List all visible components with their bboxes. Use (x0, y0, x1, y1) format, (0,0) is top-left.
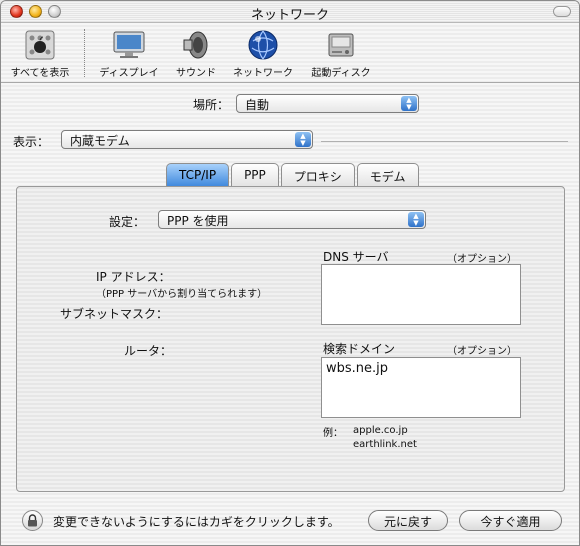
toolbar: すべてを表示 ディスプレイ サウンド ネットワーク 起動ディスク (1, 23, 579, 83)
router-label: ルータ： (124, 344, 173, 358)
ip-address-note: （PPP サーバから割り当てられます） (96, 289, 268, 300)
toolbar-item-label: 起動ディスク (311, 68, 371, 79)
network-icon (246, 29, 280, 61)
popup-arrows-icon: ▲ ▼ (408, 212, 424, 227)
dns-optional-label: （オプション） (447, 254, 517, 265)
tab-proxies[interactable]: プロキシ (280, 163, 355, 187)
search-domains-field[interactable]: wbs.ne.jp (321, 357, 521, 418)
toolbar-item-display[interactable]: ディスプレイ (94, 29, 164, 79)
lock-button[interactable] (22, 510, 43, 531)
tcpip-panel (16, 186, 565, 492)
lock-message: 変更できないようにするにはカギをクリックします。 (53, 515, 340, 529)
show-all-icon (23, 29, 57, 61)
popup-arrows-icon: ▲ ▼ (295, 132, 311, 147)
window-title: ネットワーク (250, 8, 329, 23)
subnet-mask-label: サブネットマスク： (60, 307, 169, 321)
location-label: 場所： (193, 98, 230, 112)
toolbar-item-label: ネットワーク (233, 68, 293, 79)
toolbar-item-network[interactable]: ネットワーク (227, 29, 299, 79)
show-popup[interactable]: 内蔵モデム ▲ ▼ (61, 130, 313, 149)
search-domains-label: 検索ドメイン (323, 342, 396, 356)
toolbar-item-label: ディスプレイ (99, 68, 159, 79)
location-popup[interactable]: 自動 ▲ ▼ (236, 94, 419, 113)
apply-now-button[interactable]: 今すぐ適用 (459, 510, 562, 531)
location-value: 自動 (245, 98, 270, 112)
tab-ppp[interactable]: PPP (231, 163, 279, 187)
sound-icon (179, 29, 213, 61)
toolbar-item-label: すべてを表示 (10, 68, 70, 79)
show-value: 内蔵モデム (70, 134, 130, 148)
dns-servers-label: DNS サーバ (323, 250, 389, 264)
tab-bar: TCP/IP PPP プロキシ モデム (166, 163, 421, 187)
revert-button[interactable]: 元に戻す (368, 510, 448, 531)
configure-label: 設定： (109, 215, 146, 229)
divider (321, 141, 568, 142)
network-preferences-window: ネットワーク すべてを表示 ディスプレイ サウンド ネットワーク 起動ディスク … (0, 0, 580, 546)
toolbar-item-label: サウンド (176, 68, 216, 79)
configure-popup[interactable]: PPP を使用 ▲ ▼ (158, 210, 426, 229)
example-domain-1: apple.co.jp (353, 425, 408, 436)
example-label: 例： (323, 428, 343, 439)
toolbar-separator (84, 29, 85, 77)
toolbar-item-show-all[interactable]: すべてを表示 (5, 29, 75, 79)
toolbar-toggle-button[interactable] (553, 6, 571, 17)
startup-disk-icon (324, 29, 358, 61)
ip-address-label: IP アドレス： (96, 270, 171, 284)
display-icon (112, 29, 146, 61)
toolbar-item-startup-disk[interactable]: 起動ディスク (303, 29, 379, 79)
search-optional-label: （オプション） (447, 346, 517, 357)
example-domain-2: earthlink.net (353, 439, 417, 450)
lock-icon (28, 514, 37, 527)
tab-modem[interactable]: モデム (356, 163, 419, 187)
tab-tcpip[interactable]: TCP/IP (166, 163, 230, 187)
show-label: 表示： (13, 135, 50, 149)
title-bar: ネットワーク (1, 1, 579, 23)
dns-servers-field[interactable] (321, 264, 521, 325)
popup-arrows-icon: ▲ ▼ (401, 96, 417, 111)
configure-value: PPP を使用 (167, 214, 229, 228)
toolbar-item-sound[interactable]: サウンド (168, 29, 224, 79)
